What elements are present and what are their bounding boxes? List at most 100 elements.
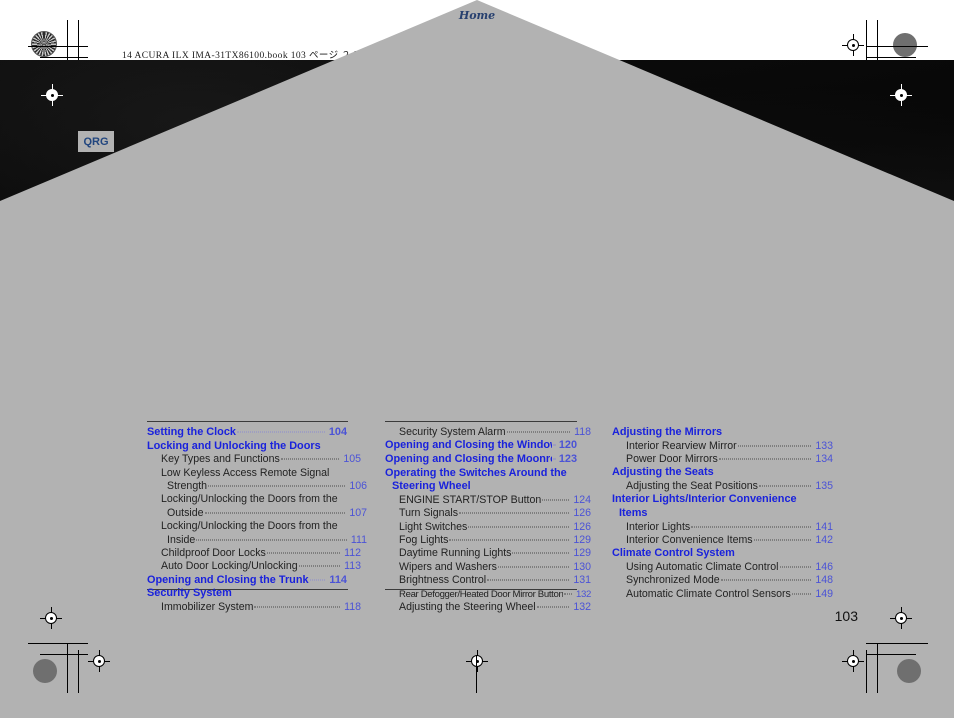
toc-entry[interactable]: Setting the Clock 104 xyxy=(147,426,347,440)
toc-entry[interactable]: Climate Control System xyxy=(612,547,819,561)
toc-entry-label: Brightness Control xyxy=(399,574,487,587)
toc-entry-label: Using Automatic Climate Control xyxy=(626,561,779,573)
toc-leader-dots xyxy=(468,526,570,528)
toc-entry-label: Interior Convenience Items xyxy=(626,534,753,546)
toc-entry[interactable]: Adjusting the Seat Positions 135 xyxy=(612,480,833,493)
toc-entry-page: 132 xyxy=(573,601,591,614)
toc-entry-page: 135 xyxy=(815,480,833,492)
toc-leader-dots xyxy=(512,552,570,554)
toc-column-3: Adjusting the Mirrors Interior Rearview M… xyxy=(612,426,833,601)
trim-line-bottom-center-v xyxy=(476,655,477,693)
toc-entry[interactable]: ENGINE START/STOP Button 124 xyxy=(385,494,591,507)
trim-line-bottom-right-v xyxy=(877,643,878,693)
toc-leader-dots xyxy=(309,579,326,581)
toc-entry[interactable]: Using Automatic Climate Control 146 xyxy=(612,561,833,574)
toc-entry-label: Operating the Switches Around the xyxy=(385,466,567,479)
trim-line-bottom-left-h2 xyxy=(40,654,88,655)
toc-entry[interactable]: Locking/Unlocking the Doors from the xyxy=(147,493,361,506)
registration-crosshair-left-upper xyxy=(41,84,63,106)
trim-line-top-right-h2 xyxy=(866,57,916,58)
toc-entry-label: Automatic Climate Control Sensors xyxy=(626,587,791,600)
toc-entry-page: 114 xyxy=(329,573,347,586)
toc-entry-page: 126 xyxy=(573,520,591,533)
tab-qrg-label: QRG xyxy=(83,135,109,148)
toc-entry-page: 113 xyxy=(344,560,361,573)
toc-entry-page: 112 xyxy=(344,547,361,560)
toc-entry-label: Interior Rearview Mirror xyxy=(626,439,737,452)
toc-entry[interactable]: Wipers and Washers 130 xyxy=(385,561,591,574)
toc-entry[interactable]: Security System Alarm 118 xyxy=(385,426,591,439)
toc-entry[interactable]: Inside 111 xyxy=(147,534,367,547)
toc-leader-dots xyxy=(691,526,812,528)
toc-entry[interactable]: Power Door Mirrors 134 xyxy=(612,453,833,466)
trim-line-bottom-right-v2 xyxy=(866,650,867,693)
registration-crosshair-top-right xyxy=(842,34,864,56)
toc-entry-page: 118 xyxy=(344,601,361,614)
toc-entry[interactable]: Locking/Unlocking the Doors from the xyxy=(147,520,361,533)
tab-home[interactable]: Home xyxy=(0,0,954,718)
tab-qrg[interactable]: QRG xyxy=(78,131,114,152)
toc-leader-dots xyxy=(758,485,812,487)
toc-entry[interactable]: Strength 106 xyxy=(147,480,367,493)
toc-entry[interactable]: Locking and Unlocking the Doors xyxy=(147,440,347,454)
toc-leader-dots xyxy=(298,565,341,567)
toc-entry[interactable]: Immobilizer System 118 xyxy=(147,601,361,614)
toc-entry[interactable]: Rear Defogger/Heated Door Mirror Button 1… xyxy=(385,588,591,601)
toc-entry-label: Locking/Unlocking the Doors from the xyxy=(161,493,338,506)
toc-leader-dots xyxy=(204,512,346,514)
toc-entry-page: 106 xyxy=(349,480,367,492)
toc-entry[interactable]: Childproof Door Locks 112 xyxy=(147,547,361,560)
toc-entry-page: 118 xyxy=(574,426,591,438)
toc-entry[interactable]: Items xyxy=(612,507,826,521)
toc-entry[interactable]: Brightness Control 131 xyxy=(385,574,591,587)
toc-entry-label: ENGINE START/STOP Button xyxy=(399,493,542,506)
toc-entry[interactable]: Daytime Running Lights 129 xyxy=(385,547,591,560)
toc-entry[interactable]: Interior Lights/Interior Convenience xyxy=(612,493,819,507)
toc-entry-label: Adjusting the Steering Wheel xyxy=(399,601,536,614)
toc-entry-label: Locking/Unlocking the Doors from the xyxy=(161,520,338,533)
registration-crosshair-right-upper xyxy=(890,84,912,106)
toc-entry[interactable]: Outside 107 xyxy=(147,507,367,520)
toc-entry-label: Fog Lights xyxy=(399,534,449,546)
toc-entry[interactable]: Key Types and Functions 105 xyxy=(147,453,361,466)
toc-entry-label: Auto Door Locking/Unlocking xyxy=(161,560,298,573)
registration-crosshair-bottom-center xyxy=(466,650,488,672)
toc-entry[interactable]: Security System xyxy=(147,587,347,601)
toc-entry[interactable]: Opening and Closing the Moonroof 123 xyxy=(385,453,577,467)
toc-rule-top-col2 xyxy=(385,421,577,422)
toc-entry[interactable]: Interior Convenience Items 142 xyxy=(612,534,833,547)
toc-entry[interactable]: Opening and Closing the Trunk 114 xyxy=(147,574,347,588)
trim-line-top-left-h xyxy=(28,46,88,47)
toc-leader-dots xyxy=(779,566,812,568)
toc-leader-dots xyxy=(720,579,812,581)
registration-crosshair-bottom-left xyxy=(40,607,62,629)
toc-entry-label: Inside xyxy=(167,533,196,546)
toc-entry-label: Childproof Door Locks xyxy=(161,547,266,560)
toc-entry[interactable]: Fog Lights 129 xyxy=(385,534,591,547)
toc-entry-page: 105 xyxy=(343,453,361,466)
toc-entry[interactable]: Synchronized Mode 148 xyxy=(612,574,833,587)
toc-leader-dots xyxy=(208,485,346,487)
registration-dot-bottom-left xyxy=(33,659,57,683)
toc-entry[interactable]: Opening and Closing the Windows 120 xyxy=(385,439,577,453)
toc-entry[interactable]: Interior Rearview Mirror 133 xyxy=(612,440,833,453)
toc-entry[interactable]: Adjusting the Mirrors xyxy=(612,426,819,440)
toc-entry[interactable]: Low Keyless Access Remote Signal xyxy=(147,467,361,480)
toc-entry[interactable]: Turn Signals 126 xyxy=(385,507,591,520)
toc-entry[interactable]: Adjusting the Steering Wheel 132 xyxy=(385,601,591,614)
registration-crosshair-top-left xyxy=(88,34,110,56)
toc-entry[interactable]: Adjusting the Seats xyxy=(612,466,819,480)
toc-entry-label: Opening and Closing the Windows xyxy=(385,439,552,452)
toc-entry-label: Key Types and Functions xyxy=(161,453,280,466)
toc-entry[interactable]: Light Switches 126 xyxy=(385,521,591,534)
toc-entry-page: 129 xyxy=(573,547,591,560)
toc-entry[interactable]: Operating the Switches Around the xyxy=(385,467,577,481)
toc-entry-label: Low Keyless Access Remote Signal xyxy=(161,466,330,479)
registration-crosshair-bottom-right xyxy=(890,607,912,629)
toc-entry[interactable]: Steering Wheel xyxy=(385,480,584,494)
toc-entry[interactable]: Auto Door Locking/Unlocking 113 xyxy=(147,560,361,573)
toc-entry[interactable]: Automatic Climate Control Sensors 149 xyxy=(612,588,833,601)
toc-entry[interactable]: Interior Lights 141 xyxy=(612,521,833,534)
toc-entry-label: Security System xyxy=(147,587,232,600)
trim-line-bottom-left-v2 xyxy=(78,650,79,693)
